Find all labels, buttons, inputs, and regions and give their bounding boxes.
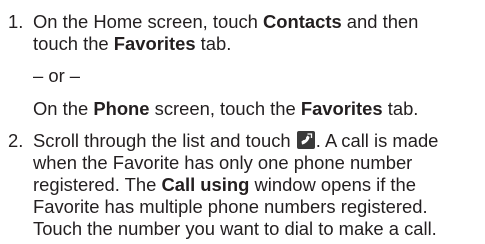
call-using-label: Call using <box>161 174 250 195</box>
text-run: . A call is made <box>315 130 439 151</box>
text-run: registered. The <box>33 174 162 195</box>
step-1-text: On the Home screen, touch Contacts and t… <box>33 11 485 55</box>
text-run: On the Home screen, touch <box>33 11 263 32</box>
step-2-line-5: Touch the number you want to dial to mak… <box>33 218 437 239</box>
alternative-text: On the Phone screen, touch the Favorites… <box>33 98 485 120</box>
phone-label: Phone <box>93 98 150 119</box>
text-run: screen, touch the <box>149 98 301 119</box>
step-2-text: Scroll through the list and touch . A ca… <box>33 130 485 240</box>
step-1-line-2: touch the Favorites tab. <box>33 33 485 55</box>
or-separator: – or – <box>33 65 81 86</box>
favorites-label: Favorites <box>300 98 383 119</box>
text-run: tab. <box>382 98 419 119</box>
text-run: touch the <box>33 33 114 54</box>
contacts-label: Contacts <box>263 11 342 32</box>
document-page: 1. On the Home screen, touch Contacts an… <box>0 0 485 244</box>
step-1-line-1: On the Home screen, touch Contacts and t… <box>33 11 485 33</box>
text-run: On the <box>33 98 94 119</box>
text-run: window opens if the <box>249 174 416 195</box>
text-run: tab. <box>195 33 232 54</box>
step-number: 1. <box>8 11 24 32</box>
step-2-line-1: Scroll through the list and touch . A ca… <box>33 130 485 152</box>
alternative-line: On the Phone screen, touch the Favorites… <box>33 98 485 120</box>
text-run: Scroll through the list and touch <box>33 130 296 151</box>
text-run: and then <box>341 11 419 32</box>
step-number: 2. <box>8 130 24 151</box>
step-2-line-2: when the Favorite has only one phone num… <box>33 152 413 173</box>
favorites-label: Favorites <box>113 33 196 54</box>
step-2-line-4: Favorite has multiple phone numbers regi… <box>33 196 428 217</box>
phone-call-icon <box>296 131 315 149</box>
step-2-line-3: registered. The Call using window opens … <box>33 174 485 196</box>
